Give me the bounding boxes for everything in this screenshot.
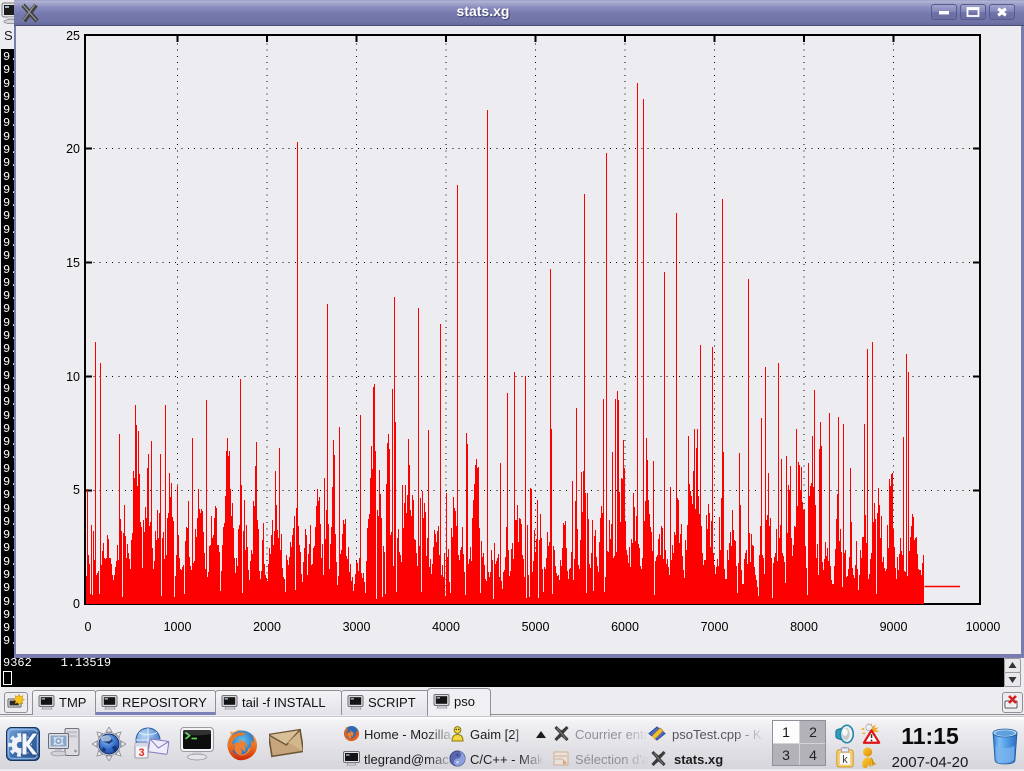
svg-text:5000: 5000 [522, 620, 550, 634]
svg-text:k: k [842, 754, 848, 766]
svg-text:25: 25 [66, 29, 80, 43]
svg-text:0: 0 [73, 597, 80, 611]
svg-text:4000: 4000 [432, 620, 460, 634]
svg-text:10000: 10000 [966, 620, 1001, 634]
svg-text:1000: 1000 [164, 620, 192, 634]
svg-text:9000: 9000 [880, 620, 908, 634]
svg-text:15: 15 [66, 256, 80, 270]
svg-text:6000: 6000 [611, 620, 639, 634]
svg-text:3: 3 [138, 747, 144, 759]
svg-text:8000: 8000 [790, 620, 818, 634]
svg-text:7000: 7000 [701, 620, 729, 634]
svg-text:2000: 2000 [253, 620, 281, 634]
svg-text:0: 0 [85, 620, 92, 634]
svg-text:10: 10 [66, 370, 80, 384]
svg-text:5: 5 [73, 483, 80, 497]
svg-text:3000: 3000 [343, 620, 371, 634]
svg-text:20: 20 [66, 142, 80, 156]
